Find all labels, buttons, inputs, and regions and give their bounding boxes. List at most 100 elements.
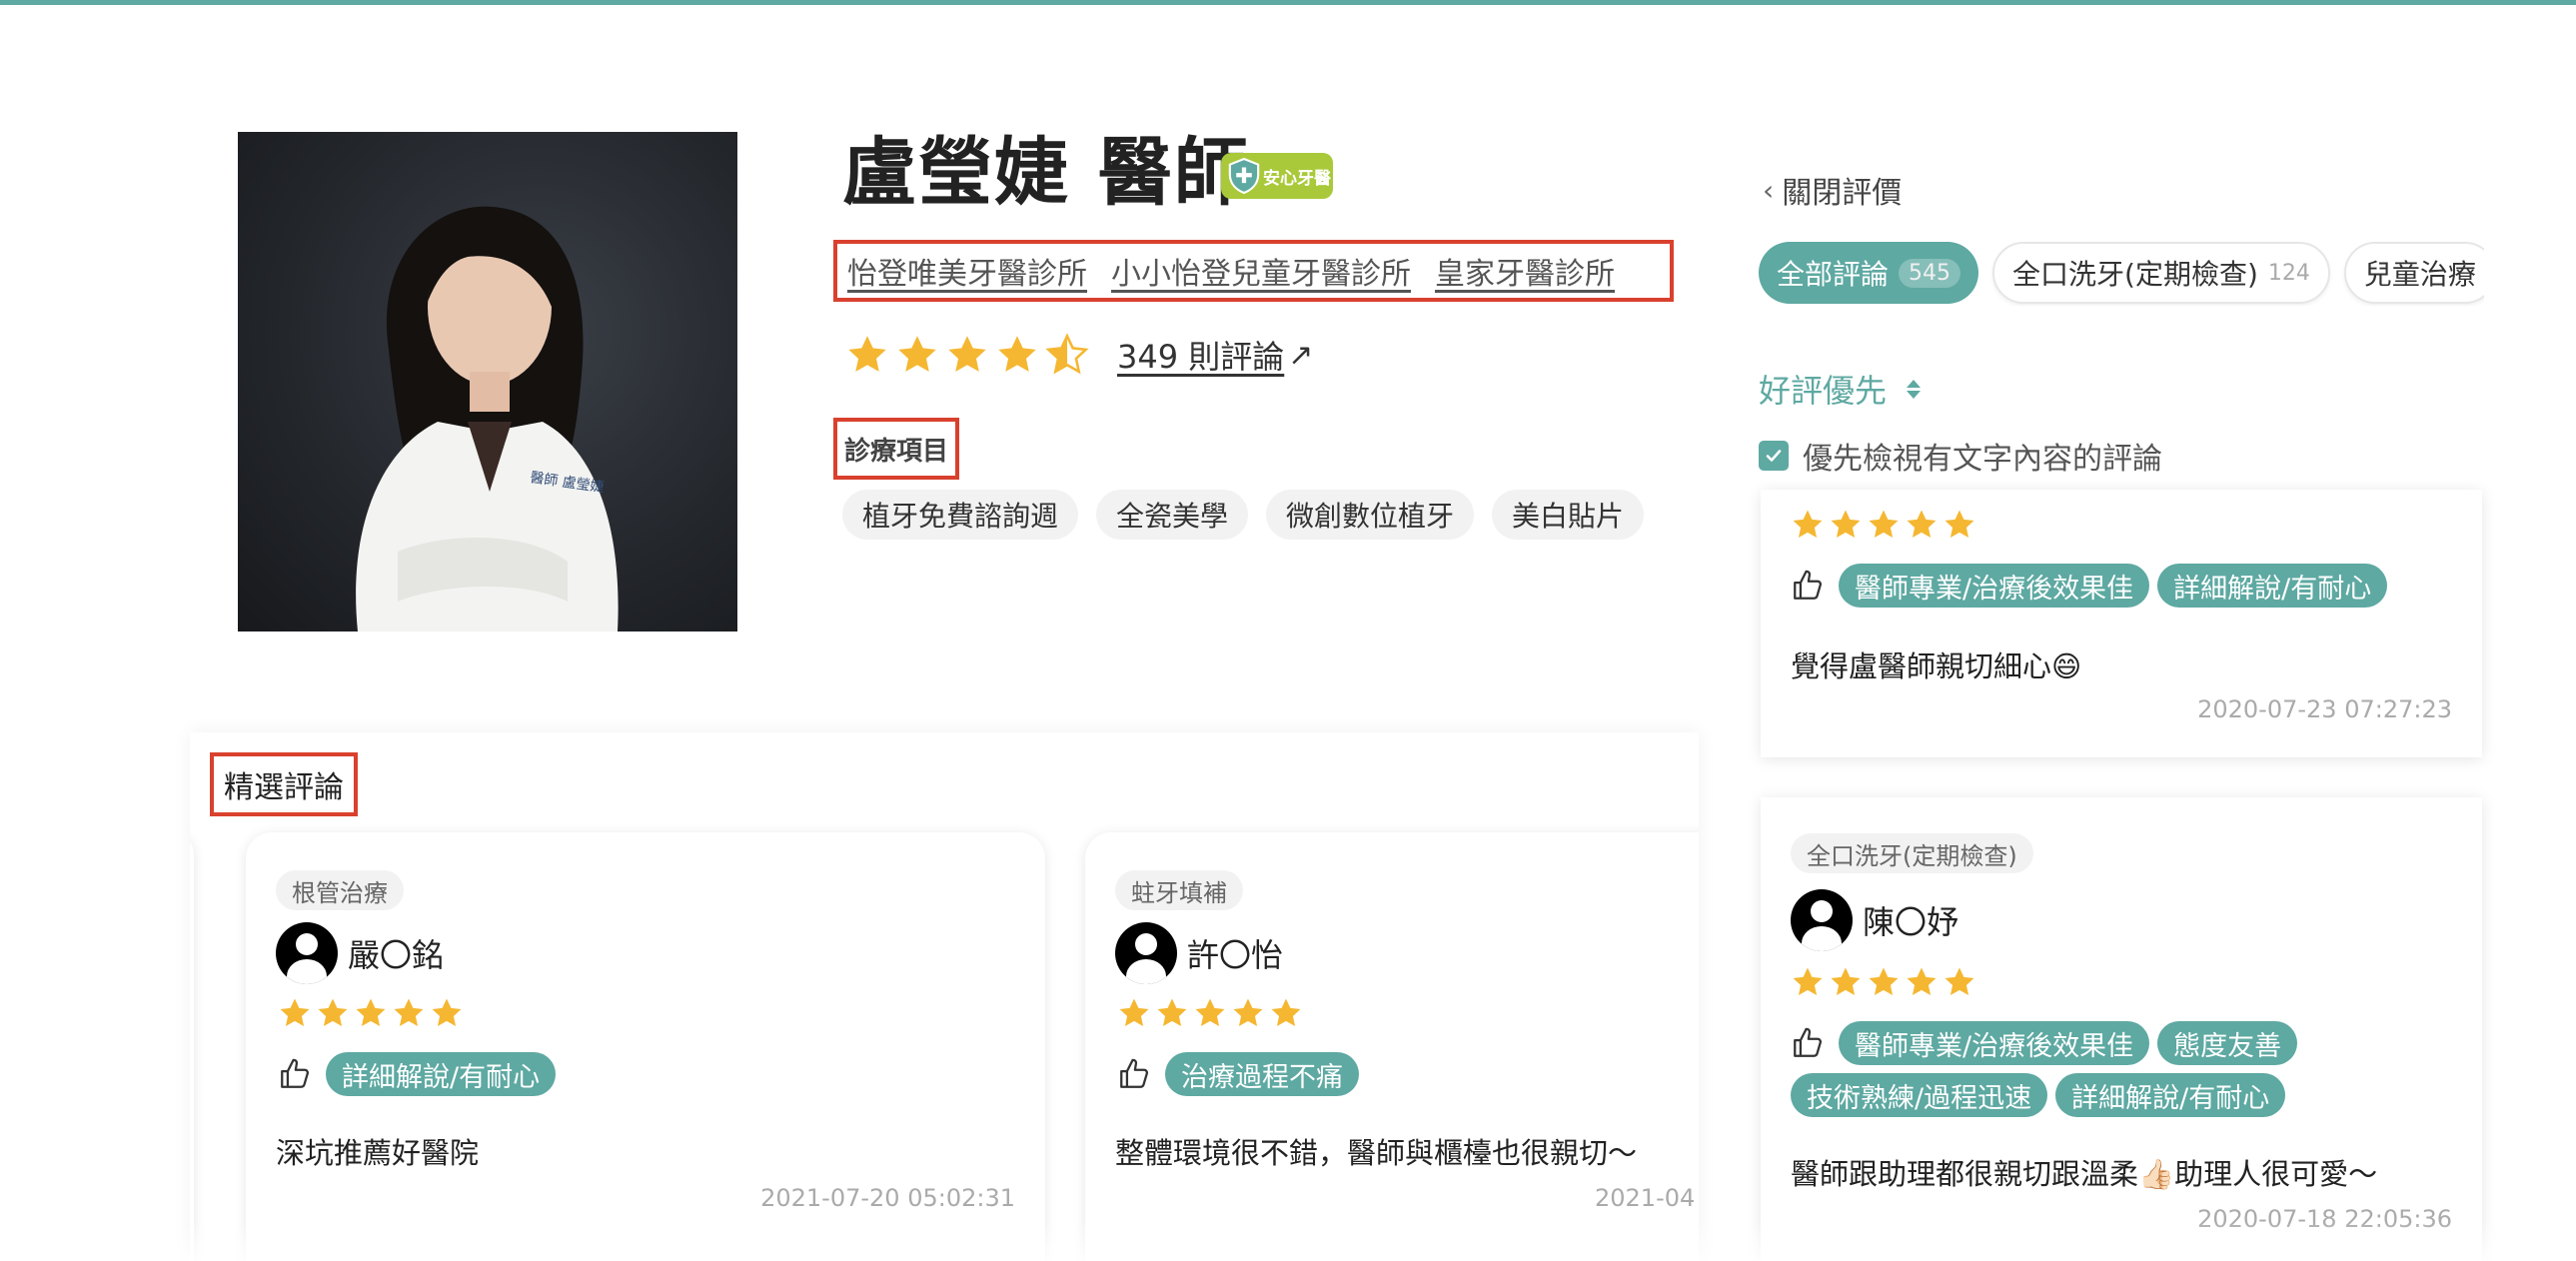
avatar-icon xyxy=(276,922,338,984)
review-text: 覺得盧醫師親切細心😄 xyxy=(1791,649,2082,683)
clinic-link[interactable]: 怡登唯美牙醫診所 xyxy=(847,249,1087,293)
star-icon xyxy=(1791,508,1825,542)
featured-review-card[interactable]: 蛀牙填補 許〇怡 治療過程不痛 整體環境很不錯，醫師與櫃檯也很親切～ 2021-… xyxy=(1085,832,1699,1261)
filter-count: 545 xyxy=(1899,258,1961,288)
star-icon xyxy=(1193,996,1227,1030)
filter-child-treatment[interactable]: 兒童治療 xyxy=(2343,242,2484,304)
avatar-icon xyxy=(1791,889,1853,951)
star-icon xyxy=(354,996,388,1030)
star-icon xyxy=(1155,996,1189,1030)
review-tag: 技術熟練/過程迅速 xyxy=(1791,1073,2048,1117)
thumbs-up-icon xyxy=(1117,1057,1151,1091)
star-icon xyxy=(1867,965,1901,999)
featured-reviews-heading: 精選評論 xyxy=(210,752,358,816)
review-list-card: 醫師專業/治療後效果佳 詳細解說/有耐心 覺得盧醫師親切細心😄 2020-07-… xyxy=(1761,490,2482,757)
review-category: 根管治療 xyxy=(276,870,404,910)
review-tags: 醫師專業/治療後效果佳 態度友善 技術熟練/過程迅速 詳細解說/有耐心 xyxy=(1791,1021,2450,1117)
avatar-icon xyxy=(1115,922,1177,984)
thumbs-up-icon xyxy=(278,1057,312,1091)
chevron-left-icon: ‹ xyxy=(1763,173,1775,207)
top-accent-bar xyxy=(0,0,2576,5)
review-text: 深坑推薦好醫院 xyxy=(276,1136,480,1170)
star-icon xyxy=(1231,996,1265,1030)
reviewer: 嚴〇銘 xyxy=(276,922,444,984)
service-chip: 植牙免費諮詢週 xyxy=(842,490,1079,540)
filter-count: 124 xyxy=(2267,260,2310,286)
prefer-text-reviews-toggle[interactable]: 優先檢視有文字內容的評論 xyxy=(1759,434,2162,478)
star-icon xyxy=(316,996,350,1030)
review-tag: 醫師專業/治療後效果佳 xyxy=(1839,564,2150,608)
close-reviews-label: 關閉評價 xyxy=(1782,176,1903,211)
star-icon xyxy=(1905,508,1938,542)
clinic-links: 怡登唯美牙醫診所 小小怡登兒童牙醫診所 皇家牙醫診所 xyxy=(833,240,1674,302)
filter-label: 兒童治療 xyxy=(2363,258,2476,291)
service-chip: 微創數位植牙 xyxy=(1266,490,1475,540)
badge-label: 安心牙醫 xyxy=(1263,168,1331,189)
review-rating xyxy=(1791,965,1980,999)
star-icon xyxy=(1942,965,1976,999)
review-date: 2020-07-23 07:27:23 xyxy=(2197,695,2452,723)
star-icon xyxy=(995,333,1039,377)
filter-all-reviews[interactable]: 全部評論 545 xyxy=(1759,242,1979,304)
review-tags: 治療過程不痛 xyxy=(1117,1052,1359,1096)
star-icon xyxy=(845,333,889,377)
checkbox-checked-icon[interactable] xyxy=(1759,441,1789,471)
review-list-card: 全口洗牙(定期檢查) 陳〇妤 醫師專業/治療後效果佳 態度友善 技術熟練/過程迅… xyxy=(1761,797,2482,1261)
previous-review-card[interactable] xyxy=(190,832,194,1261)
star-icon xyxy=(1829,508,1863,542)
star-icon xyxy=(278,996,312,1030)
featured-reviews-panel: 精選評論 根管治療 嚴〇銘 詳細解說/有耐心 深坑推薦好醫院 2021-07-2… xyxy=(190,732,1699,1261)
star-icon xyxy=(1905,965,1938,999)
star-icon xyxy=(1791,965,1825,999)
star-icon xyxy=(1269,996,1303,1030)
featured-review-card[interactable]: 根管治療 嚴〇銘 詳細解說/有耐心 深坑推薦好醫院 2021-07-20 05:… xyxy=(246,832,1045,1261)
star-icon xyxy=(1117,996,1151,1030)
filter-label: 全口洗牙(定期檢查) xyxy=(2012,258,2258,291)
shield-icon xyxy=(1228,157,1260,195)
review-filter-bar: 全部評論 545 全口洗牙(定期檢查) 124 兒童治療 xyxy=(1757,240,2484,306)
close-reviews-button[interactable]: ‹ 關閉評價 xyxy=(1763,168,1902,212)
star-icon xyxy=(1867,508,1901,542)
safe-dentist-badge: 安心牙醫 xyxy=(1221,153,1333,199)
reviewer-name: 嚴〇銘 xyxy=(348,936,445,974)
sort-arrows-icon xyxy=(1907,379,1922,399)
review-tag: 詳細解說/有耐心 xyxy=(2157,564,2388,608)
service-chip: 美白貼片 xyxy=(1492,490,1645,540)
reviewer: 陳〇妤 xyxy=(1791,889,1958,951)
review-tags: 詳細解說/有耐心 xyxy=(278,1052,557,1096)
review-rating xyxy=(278,996,468,1030)
doctor-rating: 349 則評論 ↗ xyxy=(845,332,1313,378)
external-link-icon: ↗ xyxy=(1288,337,1314,373)
star-icon xyxy=(392,996,426,1030)
review-rating xyxy=(1117,996,1307,1030)
doctor-photo: 醫師 盧瑩婕 xyxy=(238,132,737,631)
review-tag: 醫師專業/治療後效果佳 xyxy=(1839,1021,2150,1065)
review-date: 2021-07-20 05:02:31 xyxy=(760,1184,1015,1212)
sort-label: 好評優先 xyxy=(1759,372,1888,410)
thumbs-up-icon xyxy=(1791,1026,1825,1060)
reviews-count-link[interactable]: 349 則評論 xyxy=(1117,332,1284,378)
review-tag: 詳細解說/有耐心 xyxy=(326,1052,557,1096)
services-heading: 診療項目 xyxy=(833,418,959,480)
star-icon xyxy=(895,333,939,377)
prefer-text-label: 優先檢視有文字內容的評論 xyxy=(1803,442,2162,477)
half-star-icon xyxy=(1045,333,1089,377)
star-icon xyxy=(1942,508,1976,542)
review-tag: 詳細解說/有耐心 xyxy=(2055,1073,2286,1117)
reviewer: 許〇怡 xyxy=(1115,922,1283,984)
review-rating xyxy=(1791,508,1980,542)
review-tag: 治療過程不痛 xyxy=(1165,1052,1359,1096)
review-category: 全口洗牙(定期檢查) xyxy=(1791,833,2033,873)
clinic-link[interactable]: 小小怡登兒童牙醫診所 xyxy=(1111,249,1411,293)
star-icon xyxy=(430,996,464,1030)
service-chip: 全瓷美學 xyxy=(1096,490,1249,540)
doctor-name: 盧瑩婕 醫師 xyxy=(842,130,1250,216)
star-icon xyxy=(1829,965,1863,999)
sort-dropdown[interactable]: 好評優先 xyxy=(1759,366,1922,412)
review-tags: 醫師專業/治療後效果佳 詳細解說/有耐心 xyxy=(1791,564,2388,608)
review-category: 蛀牙填補 xyxy=(1115,870,1243,910)
filter-full-cleaning[interactable]: 全口洗牙(定期檢查) 124 xyxy=(1992,242,2330,304)
filter-label: 全部評論 xyxy=(1777,258,1890,291)
clinic-link[interactable]: 皇家牙醫診所 xyxy=(1435,249,1615,293)
review-date: 2020-07-18 22:05:36 xyxy=(2197,1205,2452,1233)
